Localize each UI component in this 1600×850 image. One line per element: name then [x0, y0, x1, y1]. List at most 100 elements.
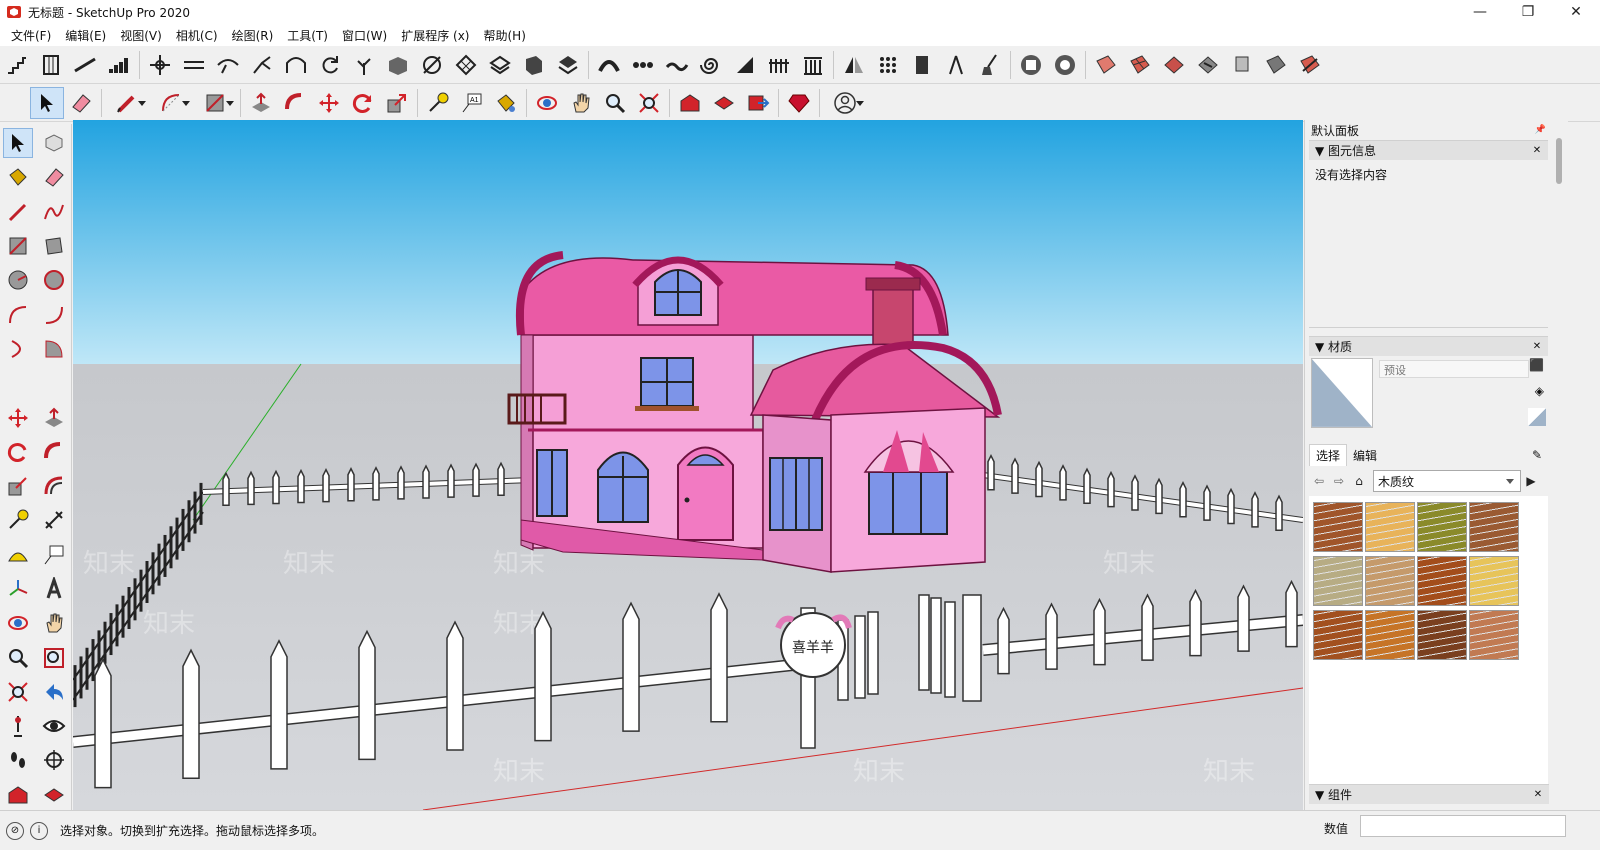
tab-edit[interactable]: 编辑	[1347, 445, 1383, 466]
warehouse-icon[interactable]	[673, 87, 707, 119]
solid-box-icon[interactable]	[517, 49, 551, 81]
terrain-e-icon[interactable]	[1225, 49, 1259, 81]
ruby-gem-icon[interactable]	[782, 87, 816, 119]
stairs-icon[interactable]	[0, 49, 34, 81]
pin-icon[interactable]: 📌	[1535, 125, 1546, 135]
branch-icon[interactable]	[245, 49, 279, 81]
pan-hand-icon[interactable]	[564, 87, 598, 119]
axes-move-icon[interactable]	[143, 49, 177, 81]
terrain-c-icon[interactable]	[1157, 49, 1191, 81]
terrain-f-icon[interactable]	[1259, 49, 1293, 81]
rotate-arrow-icon[interactable]	[313, 49, 347, 81]
dots-icon[interactable]	[626, 49, 660, 81]
close-button[interactable]: ✕	[1552, 0, 1600, 24]
tab-select[interactable]: 选择	[1309, 444, 1348, 466]
paint-bucket-icon[interactable]	[489, 87, 523, 119]
create-material-icon[interactable]: ⬛	[1529, 358, 1544, 372]
eraser-tool-icon[interactable]	[39, 162, 69, 192]
colonnade-icon[interactable]	[796, 49, 830, 81]
menu-draw[interactable]: 绘图(R)	[225, 27, 281, 44]
terrain-g-icon[interactable]	[1293, 49, 1327, 81]
bars-icon[interactable]	[102, 49, 136, 81]
arc3-tool-icon[interactable]	[3, 334, 33, 364]
zoom-tool-icon[interactable]	[3, 643, 33, 673]
terrain-a-icon[interactable]	[1089, 49, 1123, 81]
brush-icon[interactable]	[973, 49, 1007, 81]
menu-edit[interactable]: 编辑(E)	[58, 27, 113, 44]
close-icon[interactable]: ✕	[1531, 788, 1545, 802]
freehand-tool-icon[interactable]	[39, 197, 69, 227]
menu-view[interactable]: 视图(V)	[113, 27, 169, 44]
rotate-icon[interactable]	[346, 87, 380, 119]
pencil-line-icon[interactable]	[105, 87, 149, 119]
send-layout-icon[interactable]	[741, 87, 775, 119]
close-icon[interactable]: ✕	[1530, 340, 1544, 354]
curve-tool-icon[interactable]	[211, 49, 245, 81]
rotate-tool-icon[interactable]	[3, 437, 33, 467]
menu-extensions[interactable]: 扩展程序 (x)	[394, 27, 476, 44]
scale-tool-icon[interactable]	[3, 471, 33, 501]
previous-view-tool-icon[interactable]	[39, 677, 69, 707]
rotated-rect-tool-icon[interactable]	[39, 231, 69, 261]
material-texture-12[interactable]	[1469, 610, 1519, 660]
material-swatch[interactable]	[1311, 358, 1373, 428]
measurements-input[interactable]	[1360, 815, 1566, 837]
wave-icon[interactable]	[660, 49, 694, 81]
terrain-d-icon[interactable]	[1191, 49, 1225, 81]
position-camera-tool-icon[interactable]	[3, 711, 33, 741]
orbit-tool-icon[interactable]	[3, 608, 33, 638]
scale-icon[interactable]	[380, 87, 414, 119]
material-texture-11[interactable]	[1417, 610, 1467, 660]
stack-icon[interactable]	[551, 49, 585, 81]
offset-tool-icon[interactable]	[39, 471, 69, 501]
text-label-icon[interactable]: A1	[455, 87, 489, 119]
column-icon[interactable]	[34, 49, 68, 81]
orbit-icon[interactable]	[530, 87, 564, 119]
menu-tools[interactable]: 工具(T)	[280, 27, 335, 44]
eyedropper-icon[interactable]: ✎	[1526, 446, 1548, 464]
material-texture-1[interactable]	[1313, 502, 1363, 552]
polygon-tool-icon[interactable]	[39, 265, 69, 295]
tray-scrollbar[interactable]	[1552, 120, 1568, 810]
push-pull-tool-icon[interactable]	[39, 403, 69, 433]
forward-arrow-icon[interactable]: ⇨	[1329, 471, 1349, 491]
spiral-icon[interactable]	[694, 49, 728, 81]
zoom-window-tool-icon[interactable]	[39, 643, 69, 673]
zoom-extents-tool-icon[interactable]	[3, 677, 33, 707]
pen-curve-icon[interactable]	[415, 49, 449, 81]
minimize-button[interactable]: —	[1456, 0, 1504, 24]
components-header[interactable]: ▼ 组件 ✕	[1309, 784, 1549, 804]
material-texture-2[interactable]	[1365, 502, 1415, 552]
sample-paint-icon[interactable]: ◈	[1535, 384, 1544, 398]
circle-tool-icon[interactable]	[3, 265, 33, 295]
model-viewport[interactable]: 知末 知末 知末 知末 知末 知末 知末 知末 知末 喜羊羊	[73, 120, 1303, 810]
box-icon[interactable]	[381, 49, 415, 81]
display-secondary-icon[interactable]	[1528, 408, 1546, 426]
materials-header[interactable]: ▼ 材质 ✕	[1309, 336, 1548, 356]
ramp-icon[interactable]	[68, 49, 102, 81]
arc2-tool-icon[interactable]	[39, 300, 69, 330]
walk-tool-icon[interactable]	[3, 745, 33, 775]
terrain-b-icon[interactable]	[1123, 49, 1157, 81]
compass-icon[interactable]	[939, 49, 973, 81]
tree-icon[interactable]	[347, 49, 381, 81]
menu-window[interactable]: 窗口(W)	[335, 27, 394, 44]
warehouse-tool-icon[interactable]	[3, 780, 33, 810]
3d-text-tool-icon[interactable]	[39, 574, 69, 604]
share-model-icon[interactable]	[707, 87, 741, 119]
material-texture-7[interactable]	[1417, 556, 1467, 606]
follow-me-icon[interactable]	[278, 87, 312, 119]
panel-icon[interactable]	[905, 49, 939, 81]
maximize-button[interactable]: ❐	[1504, 0, 1552, 24]
material-texture-3[interactable]	[1417, 502, 1467, 552]
back-arrow-icon[interactable]: ⇦	[1309, 471, 1329, 491]
material-texture-4[interactable]	[1469, 502, 1519, 552]
tape-measure-icon[interactable]	[421, 87, 455, 119]
tape-tool-icon[interactable]	[3, 505, 33, 535]
extension-tool-icon[interactable]	[39, 780, 69, 810]
menu-help[interactable]: 帮助(H)	[476, 27, 532, 44]
axes-tool-icon[interactable]	[3, 574, 33, 604]
rectangle-tool-icon[interactable]	[3, 231, 33, 261]
arc-icon[interactable]	[149, 87, 193, 119]
account-icon[interactable]	[823, 87, 867, 119]
